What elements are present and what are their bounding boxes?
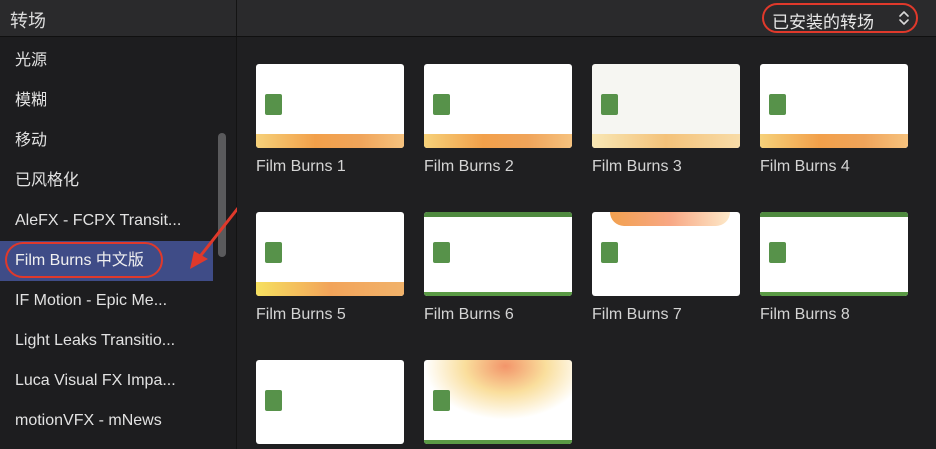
- clip-edge: [424, 292, 572, 296]
- clip-edge: [760, 212, 908, 217]
- sidebar-item-move[interactable]: 移动: [0, 121, 236, 161]
- transition-thumbnail[interactable]: [760, 212, 908, 296]
- transition-thumbnail[interactable]: [424, 212, 572, 296]
- transition-label: Film Burns 5: [256, 306, 346, 323]
- sidebar-item-stylized[interactable]: 已风格化: [0, 161, 236, 201]
- clip-chip: [265, 242, 282, 263]
- transition-thumbnail[interactable]: [256, 360, 404, 444]
- sidebar-item-motionvfx[interactable]: motionVFX - mNews: [0, 401, 236, 441]
- clip-chip: [433, 242, 450, 263]
- clip-edge: [424, 212, 572, 217]
- transition-thumbnail[interactable]: [592, 64, 740, 148]
- filter-label: 已安装的转场: [772, 13, 874, 32]
- sidebar-item-label: 已风格化: [15, 172, 80, 189]
- clip-edge: [424, 440, 572, 444]
- transition-thumbnail[interactable]: [424, 64, 572, 148]
- transition-label: Film Burns 4: [760, 158, 850, 175]
- transition-label: Film Burns 2: [424, 158, 514, 175]
- transition-thumbnail[interactable]: [760, 64, 908, 148]
- burn-effect: [256, 282, 404, 296]
- burn-effect: [592, 134, 740, 148]
- transition-label: Film Burns 7: [592, 306, 682, 323]
- burn-effect: [424, 134, 572, 148]
- clip-chip: [601, 94, 618, 115]
- sidebar-item-label: AleFX - FCPX Transit...: [15, 212, 182, 229]
- panel-title: 转场: [10, 11, 46, 31]
- sidebar-item-label: motionVFX - mNews: [15, 412, 162, 429]
- sidebar-scrollbar[interactable]: [218, 133, 226, 257]
- sidebar-item-label: 移动: [15, 132, 48, 149]
- transition-thumbnail[interactable]: [256, 64, 404, 148]
- sidebar-item-alefx[interactable]: AleFX - FCPX Transit...: [0, 201, 236, 241]
- sidebar-item-light[interactable]: 光源: [0, 41, 236, 81]
- sidebar-item-label: 模糊: [15, 92, 48, 109]
- transition-label: Film Burns 3: [592, 158, 682, 175]
- sidebar-item-label: IF Motion - Epic Me...: [15, 292, 168, 309]
- burn-effect: [760, 134, 908, 148]
- sidebar-item-label: Luca Visual FX Impa...: [15, 372, 176, 389]
- clip-chip: [433, 390, 450, 411]
- up-down-chevron-icon: [899, 11, 909, 25]
- sidebar-item-luca-visual[interactable]: Luca Visual FX Impa...: [0, 361, 236, 401]
- sidebar-item-blur[interactable]: 模糊: [0, 81, 236, 121]
- sidebar-item-label: 光源: [15, 52, 48, 69]
- clip-chip: [265, 390, 282, 411]
- transition-thumbnail[interactable]: [256, 212, 404, 296]
- transition-label: Film Burns 1: [256, 158, 346, 175]
- transition-thumbnail[interactable]: [424, 360, 572, 444]
- clip-edge: [760, 292, 908, 296]
- clip-chip: [769, 94, 786, 115]
- clip-chip: [433, 94, 450, 115]
- transition-grid: Film Burns 1 Film Burns 2 Film Burns 3 F…: [237, 37, 936, 449]
- sidebar-item-if-motion[interactable]: IF Motion - Epic Me...: [0, 281, 236, 321]
- category-sidebar: 光源 模糊 移动 已风格化 AleFX - FCPX Transit... Fi…: [0, 37, 237, 449]
- transition-thumbnail[interactable]: [592, 212, 740, 296]
- burn-effect: [610, 212, 730, 226]
- sidebar-item-light-leaks[interactable]: Light Leaks Transitio...: [0, 321, 236, 361]
- burn-effect: [256, 134, 404, 148]
- sidebar-item-film-burns[interactable]: Film Burns 中文版: [0, 241, 213, 281]
- transition-label: Film Burns 8: [760, 306, 850, 323]
- clip-chip: [265, 94, 282, 115]
- clip-chip: [769, 242, 786, 263]
- sidebar-item-label: Light Leaks Transitio...: [15, 332, 176, 349]
- clip-chip: [601, 242, 618, 263]
- transition-label: Film Burns 6: [424, 306, 514, 323]
- sidebar-item-label: Film Burns 中文版: [15, 252, 144, 269]
- installed-transitions-select[interactable]: 已安装的转场: [762, 3, 918, 33]
- browser-header: 转场 已安装的转场: [0, 0, 936, 37]
- header-divider: [236, 0, 237, 36]
